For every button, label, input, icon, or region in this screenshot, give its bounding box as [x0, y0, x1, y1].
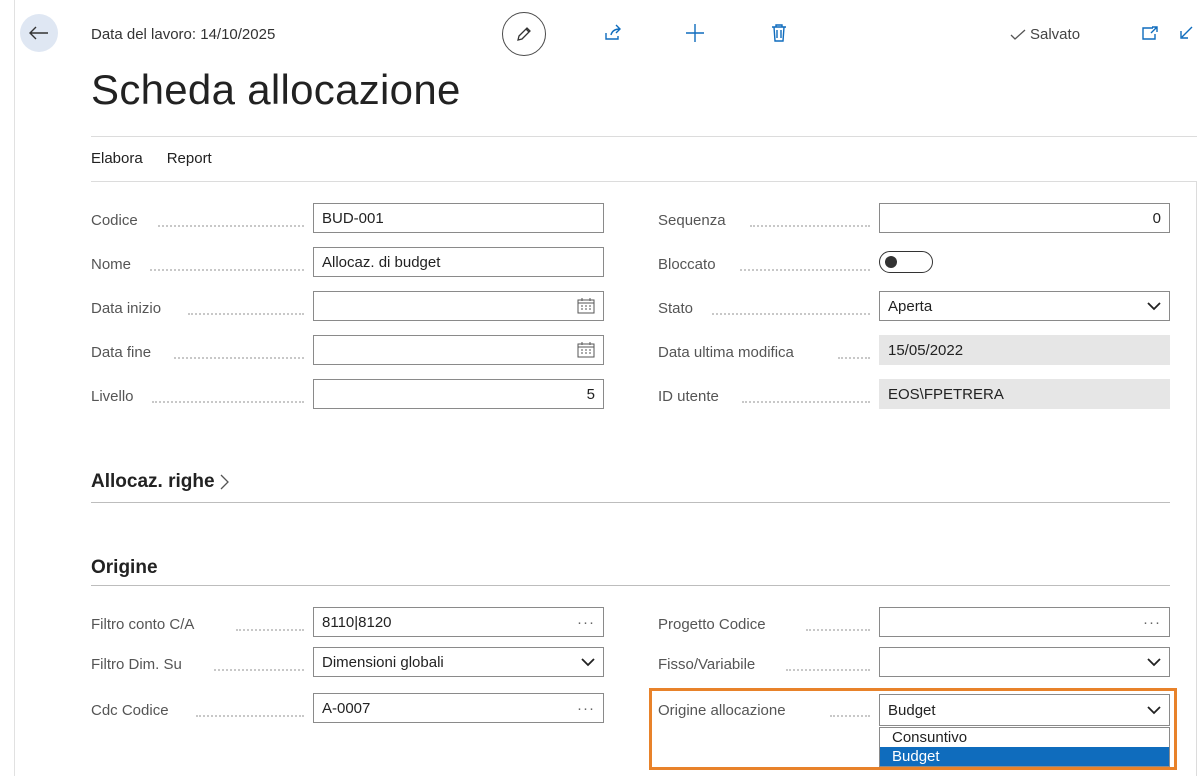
open-new-window-icon [1142, 26, 1158, 40]
edit-pencil-icon [517, 27, 531, 41]
leader-dots [838, 355, 870, 359]
collapse-button[interactable] [1176, 14, 1196, 52]
chevron-right-icon [220, 474, 229, 490]
chevron-down-icon [581, 657, 595, 667]
leader-dots [806, 627, 870, 631]
data-fine-label: Data fine [91, 344, 152, 361]
toggle-knob [885, 256, 897, 268]
cdc-codice-label: Cdc Codice [91, 702, 169, 719]
share-button[interactable] [598, 14, 628, 52]
leader-dots [150, 267, 304, 271]
leader-dots [786, 667, 870, 671]
leader-dots [740, 267, 870, 271]
leader-dots [712, 311, 870, 315]
section-divider [91, 502, 1170, 503]
bloccato-label: Bloccato [658, 256, 716, 273]
add-icon [686, 24, 704, 42]
leader-dots [174, 355, 304, 359]
data-inizio-label: Data inizio [91, 300, 162, 317]
open-new-window-button[interactable] [1138, 14, 1162, 52]
left-edge [0, 0, 15, 776]
delete-icon [772, 24, 786, 42]
divider [91, 181, 1197, 182]
share-icon [605, 24, 621, 40]
leader-dots [214, 667, 304, 671]
fisso-variabile-select[interactable] [879, 647, 1170, 677]
saved-label: Salvato [1030, 26, 1081, 43]
stato-label: Stato [658, 300, 694, 317]
stato-select[interactable]: Aperta [879, 291, 1170, 321]
leader-dots [236, 627, 304, 631]
leader-dots [152, 399, 304, 403]
data-fine-field[interactable] [313, 335, 604, 365]
righe-section-title: Allocaz. righe [91, 471, 215, 492]
data-ultima-modifica-field: 15/05/2022 [879, 335, 1170, 365]
ellipsis-icon[interactable]: ··· [577, 700, 595, 717]
collapse-icon [1180, 26, 1193, 39]
calendar-icon[interactable] [577, 342, 595, 358]
id-utente-label: ID utente [658, 388, 719, 405]
filtro-dim-select[interactable]: Dimensioni globali [313, 647, 604, 677]
checkmark-icon [1010, 29, 1026, 40]
codice-label: Codice [91, 212, 138, 229]
filtro-dim-label: Filtro Dim. Su [91, 656, 182, 673]
ellipsis-icon[interactable]: ··· [577, 614, 595, 631]
sequenza-field[interactable]: 0 [879, 203, 1170, 233]
section-divider [91, 585, 1170, 586]
righe-section-header[interactable]: Allocaz. righe [91, 471, 229, 493]
leader-dots [742, 399, 870, 403]
cdc-codice-field[interactable]: A-0007 ··· [313, 693, 604, 723]
calendar-icon[interactable] [577, 298, 595, 314]
leader-dots [750, 223, 870, 227]
action-bar: Elabora Report [91, 150, 212, 167]
filtro-conto-field[interactable]: 8110|8120 ··· [313, 607, 604, 637]
leader-dots [188, 311, 304, 315]
filtro-conto-label: Filtro conto C/A [91, 616, 195, 633]
highlight-box [649, 688, 1177, 770]
work-date: Data del lavoro: 14/10/2025 [91, 26, 276, 43]
edit-button[interactable] [502, 12, 546, 56]
nome-label: Nome [91, 256, 132, 273]
progetto-codice-field[interactable]: ··· [879, 607, 1170, 637]
divider [91, 136, 1197, 137]
ellipsis-icon[interactable]: ··· [1143, 614, 1161, 631]
sequenza-label: Sequenza [658, 212, 726, 229]
page-title: Scheda allocazione [91, 66, 461, 113]
livello-label: Livello [91, 388, 134, 405]
chevron-down-icon [1147, 657, 1161, 667]
progetto-codice-label: Progetto Codice [658, 616, 766, 633]
id-utente-field: EOS\FPETRERA [879, 379, 1170, 409]
livello-field[interactable]: 5 [313, 379, 604, 409]
new-button[interactable] [680, 14, 710, 52]
elabora-action[interactable]: Elabora [91, 150, 143, 167]
back-button[interactable] [20, 14, 58, 52]
bloccato-toggle[interactable] [879, 251, 933, 273]
back-arrow-icon [29, 26, 48, 40]
origine-section-title: Origine [91, 557, 158, 578]
nome-field[interactable]: Allocaz. di budget [313, 247, 604, 277]
leader-dots [158, 223, 304, 227]
chevron-down-icon [1147, 301, 1161, 311]
data-ultima-modifica-label: Data ultima modifica [658, 344, 794, 361]
leader-dots [196, 713, 304, 717]
report-action[interactable]: Report [167, 150, 212, 167]
fisso-variabile-label: Fisso/Variabile [658, 656, 756, 673]
codice-field[interactable]: BUD-001 [313, 203, 604, 233]
data-inizio-field[interactable] [313, 291, 604, 321]
saved-status: Salvato [1010, 26, 1080, 43]
delete-button[interactable] [764, 14, 794, 52]
